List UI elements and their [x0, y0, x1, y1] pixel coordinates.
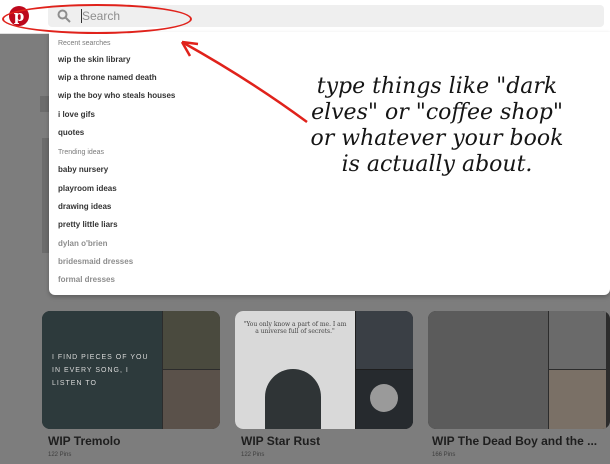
trending-idea-item[interactable]: pretty little liars [58, 220, 118, 229]
trending-idea-item[interactable]: bridesmaid dresses [58, 257, 133, 266]
board-pin-count: 122 Pins [241, 452, 265, 458]
board-title[interactable]: WIP The Dead Boy and the ... [432, 434, 597, 448]
board-title[interactable]: WIP Star Rust [241, 434, 320, 448]
recent-search-item[interactable]: wip a throne named death [58, 73, 157, 82]
board-main-image: "You only know a part of me. I am a univ… [235, 311, 355, 429]
silhouette-image [265, 369, 321, 429]
recent-search-item[interactable]: quotes [58, 128, 84, 137]
board-cover[interactable]: I FIND PIECES OF YOU IN EVERY SONG, I LI… [42, 311, 220, 429]
board-main-image [428, 311, 548, 429]
board-cover[interactable]: "You only know a part of me. I am a univ… [235, 311, 413, 429]
moon-image [370, 384, 398, 412]
recent-search-item[interactable]: wip the boy who steals houses [58, 91, 175, 100]
board-side-image [356, 370, 413, 429]
board-side-image [163, 370, 220, 429]
trending-idea-item[interactable]: dylan o'brien [58, 239, 107, 248]
board-cover-text: I FIND PIECES OF YOU IN EVERY SONG, I LI… [52, 354, 149, 387]
annotation-line: or whatever your book [310, 126, 564, 151]
recent-searches-heading: Recent searches [58, 40, 111, 47]
annotation-line: elves" or "coffee shop" [311, 100, 563, 125]
board-main-image: I FIND PIECES OF YOU IN EVERY SONG, I LI… [42, 311, 162, 429]
board-title[interactable]: WIP Tremolo [48, 434, 120, 448]
annotation-line: is actually about. [341, 152, 533, 177]
board-pin-count: 166 Pins [432, 452, 456, 458]
board-side-image [163, 311, 220, 369]
board-side-image [549, 311, 606, 369]
board-cover[interactable] [428, 311, 610, 429]
annotation-line: type things like "dark [316, 74, 558, 99]
annotation-text: type things like "dark elves" or "coffee… [302, 74, 572, 178]
board-cover-text: "You only know a part of me. I am a univ… [243, 321, 347, 335]
recent-search-item[interactable]: i love gifs [58, 110, 95, 119]
trending-idea-item[interactable]: baby nursery [58, 165, 108, 174]
board-side-image [356, 311, 413, 369]
recent-search-item[interactable]: wip the skin library [58, 55, 130, 64]
annotation-ellipse [2, 4, 192, 34]
trending-ideas-heading: Trending ideas [58, 149, 105, 156]
board-side-image [549, 370, 606, 429]
trending-idea-item[interactable]: formal dresses [58, 275, 115, 284]
board-pin-count: 122 Pins [48, 452, 72, 458]
trending-idea-item[interactable]: drawing ideas [58, 202, 111, 211]
trending-idea-item[interactable]: playroom ideas [58, 184, 117, 193]
